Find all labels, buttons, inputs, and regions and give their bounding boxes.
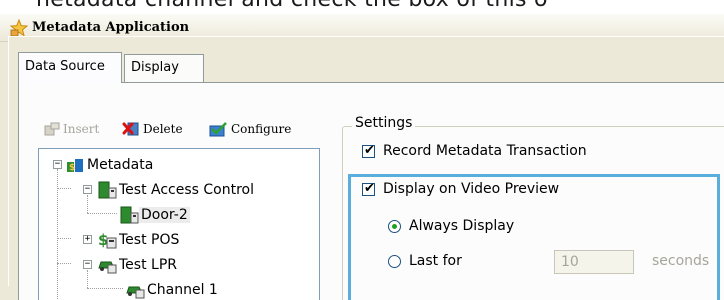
seconds-label: seconds — [652, 253, 710, 269]
channel-car-icon — [126, 286, 145, 299]
application-star-icon — [10, 19, 28, 37]
display-on-preview-checkbox[interactable]: ✔ Display on Video Preview — [362, 181, 559, 197]
tree-connector — [87, 195, 88, 213]
insert-icon — [44, 122, 60, 136]
configure-label: Configure — [231, 122, 292, 136]
delete-button[interactable]: Delete — [122, 118, 183, 140]
tree-label: Channel 1 — [147, 282, 218, 298]
always-display-label: Always Display — [409, 218, 515, 234]
tree-item-test-pos[interactable]: $ Test POS — [97, 229, 181, 251]
delete-label: Delete — [143, 122, 183, 136]
display-checkbox-box[interactable]: ✔ — [362, 180, 375, 196]
record-checkbox-box[interactable]: ✔ — [362, 142, 375, 158]
tree-label: Test Access Control — [119, 182, 255, 198]
tree-connector — [87, 288, 123, 289]
record-checkbox-label: Record Metadata Transaction — [383, 143, 587, 159]
insert-label: Insert — [63, 122, 100, 136]
record-metadata-checkbox[interactable]: ✔ Record Metadata Transaction — [362, 143, 587, 159]
always-display-radio[interactable]: Always Display — [388, 218, 514, 234]
tree-connector — [57, 238, 71, 239]
configure-button[interactable]: Configure — [208, 118, 291, 140]
last-for-label: Last for — [409, 253, 462, 269]
tree-connector — [87, 270, 88, 288]
tree-connector — [57, 263, 71, 264]
last-for-radio-button[interactable] — [388, 254, 401, 268]
tree-label: Test LPR — [119, 257, 177, 273]
instruction-caption: netadata channel and check the box of th… — [36, 0, 548, 12]
collapse-toggle[interactable]: − — [83, 260, 92, 269]
tree-connector — [87, 213, 117, 214]
window-title: Metadata Application — [32, 20, 190, 35]
radio-selected-dot — [392, 223, 397, 229]
tree-item-door-2[interactable]: Door-2 — [119, 204, 190, 226]
lpr-car-icon — [98, 261, 117, 274]
metadata-root-icon: $ — [67, 159, 83, 173]
display-checkbox-label: Display on Video Preview — [383, 181, 560, 197]
tab-data-source[interactable]: Data Source — [18, 52, 122, 83]
metadata-tree: − − + − $ Metadata Test Access Control D… — [38, 148, 320, 300]
access-control-icon — [98, 181, 117, 199]
background-instruction-text: netadata channel and check the box of th… — [0, 0, 724, 14]
svg-text:$: $ — [69, 163, 75, 173]
tab-data-source-label: Data Source — [25, 59, 105, 74]
settings-legend: Settings — [352, 115, 416, 131]
insert-button[interactable]: Insert — [44, 118, 99, 140]
tree-item-test-access-control[interactable]: Test Access Control — [97, 179, 256, 201]
tree-item-metadata[interactable]: $ Metadata — [65, 154, 155, 176]
tree-item-channel-1[interactable]: Channel 1 — [125, 279, 220, 300]
tree-item-test-lpr[interactable]: Test LPR — [97, 254, 179, 276]
tree-label: Door-2 — [139, 207, 190, 223]
tab-display[interactable]: Display — [124, 54, 204, 82]
last-for-seconds-input[interactable]: 10 — [554, 250, 634, 274]
collapse-toggle[interactable]: − — [83, 185, 92, 194]
checkmark-icon: ✔ — [364, 142, 375, 158]
configure-icon — [209, 122, 227, 137]
always-display-radio-button[interactable] — [388, 219, 401, 233]
tree-connector — [57, 188, 71, 189]
collapse-toggle[interactable]: − — [53, 160, 62, 169]
last-for-radio[interactable]: Last for — [388, 253, 462, 269]
delete-icon — [122, 122, 139, 136]
tree-label: Test POS — [119, 232, 180, 248]
tree-label: Metadata — [87, 157, 154, 173]
tab-display-label: Display — [131, 60, 179, 75]
expand-toggle[interactable]: + — [83, 235, 92, 244]
checkmark-icon: ✔ — [364, 180, 375, 196]
pos-icon: $ — [98, 231, 117, 249]
door-icon — [120, 206, 139, 224]
